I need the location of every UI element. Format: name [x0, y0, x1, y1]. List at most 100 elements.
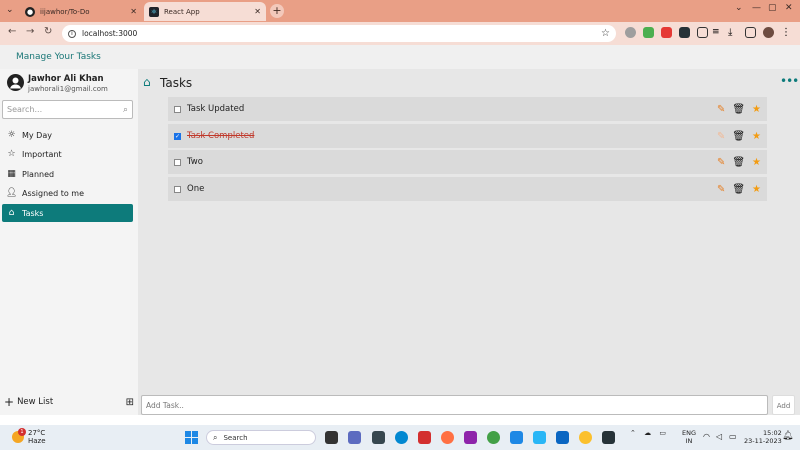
cloud-icon[interactable]: ☁: [644, 429, 651, 437]
close-tab-icon[interactable]: ✕: [130, 7, 137, 16]
app-icon[interactable]: [464, 431, 477, 444]
lang-top: ENG: [682, 429, 697, 437]
battery-icon[interactable]: ▭: [729, 432, 737, 441]
side-panel-icon[interactable]: [745, 27, 756, 38]
notification-bell-icon[interactable]: 🔔︎: [782, 431, 793, 441]
task-row[interactable]: One ✎ 🗑︎ ★: [168, 177, 767, 201]
more-options-icon[interactable]: •••: [780, 74, 799, 88]
new-tab-button[interactable]: +: [270, 4, 284, 18]
close-tab-icon[interactable]: ✕: [254, 7, 261, 16]
weather-condition: Haze: [28, 437, 46, 445]
react-icon: ⚛: [149, 6, 159, 17]
add-group-icon[interactable]: ⊞: [126, 397, 134, 408]
chevron-up-icon[interactable]: ⌃: [630, 429, 636, 437]
app-header: [0, 45, 800, 69]
task-row[interactable]: Two ✎ 🗑︎ ★: [168, 150, 767, 174]
store-icon[interactable]: [372, 431, 385, 444]
task-checkbox[interactable]: ✓: [174, 132, 181, 140]
edit-pencil-icon[interactable]: ✎: [717, 157, 725, 168]
maximize-button[interactable]: ▢: [768, 3, 777, 13]
clock-time: 15:02: [763, 429, 782, 437]
user-avatar-icon: [7, 74, 24, 91]
delete-trash-icon[interactable]: 🗑︎: [732, 104, 745, 115]
vscode-icon[interactable]: [510, 431, 523, 444]
close-window-button[interactable]: ✕: [785, 3, 793, 13]
sidebar-item-important[interactable]: ☆ Important: [2, 145, 133, 163]
sidebar-item-label: Tasks: [22, 208, 44, 218]
download-icon[interactable]: ⤓: [728, 27, 739, 38]
window-tab-list-icon[interactable]: ⌄: [735, 3, 743, 13]
forward-button[interactable]: →: [26, 26, 34, 37]
system-clock[interactable]: 15:02 23-11-2023: [744, 429, 782, 445]
task-text: Task Updated: [187, 104, 245, 114]
tab-title: React App: [164, 7, 200, 16]
chat-icon[interactable]: [348, 431, 361, 444]
add-task-input[interactable]: Add Task..: [141, 395, 768, 415]
edge-icon[interactable]: [395, 431, 408, 444]
firefox-icon[interactable]: [441, 431, 454, 444]
linkedin-icon[interactable]: [556, 431, 569, 444]
edit-pencil-icon[interactable]: ✎: [717, 184, 725, 195]
drive-icon[interactable]: ▭: [659, 429, 666, 437]
edit-pencil-icon[interactable]: ✎: [717, 104, 725, 115]
search-icon: ⌕: [213, 432, 218, 442]
add-task-button[interactable]: Add: [772, 395, 795, 415]
new-list-button[interactable]: + New List ⊞: [4, 395, 134, 409]
twitter-icon[interactable]: [533, 431, 546, 444]
delete-trash-icon[interactable]: 🗑︎: [732, 184, 745, 195]
sidebar: [0, 69, 138, 415]
task-checkbox[interactable]: [174, 105, 181, 113]
sidebar-item-assigned-to-me[interactable]: 👤︎ Assigned to me: [2, 184, 133, 202]
sidebar-item-tasks[interactable]: ⌂ Tasks: [2, 204, 133, 222]
chrome-icon[interactable]: [579, 431, 592, 444]
wifi-icon[interactable]: ◠: [703, 432, 710, 441]
task-checkbox[interactable]: [174, 158, 181, 166]
browser-tab-react-app[interactable]: ⚛ React App ✕: [144, 2, 266, 21]
volume-icon[interactable]: ◁: [716, 432, 722, 441]
back-button[interactable]: ←: [8, 26, 16, 37]
reload-button[interactable]: ↻: [44, 26, 52, 37]
important-star-icon[interactable]: ★: [752, 104, 761, 115]
system-tray[interactable]: ⌃ ☁ ▭: [630, 429, 666, 437]
taskbar-search[interactable]: ⌕ Search: [206, 430, 316, 445]
address-bar[interactable]: i localhost:3000 ☆: [62, 25, 616, 42]
task-row[interactable]: ✓ Task Completed ✎ 🗑︎ ★: [168, 124, 767, 148]
github-icon: ●: [25, 6, 35, 17]
bookmark-star-icon[interactable]: ☆: [601, 28, 610, 39]
mcafee-icon[interactable]: [418, 431, 431, 444]
edit-pencil-icon[interactable]: ✎: [717, 131, 725, 142]
search-icon[interactable]: ⌕: [123, 105, 128, 115]
media-controls-icon[interactable]: ≡: [712, 27, 723, 38]
important-star-icon[interactable]: ★: [752, 131, 761, 142]
sidebar-item-label: Assigned to me: [22, 188, 85, 198]
tab-title: iijawhor/To-Do: [40, 7, 90, 16]
profile-avatar[interactable]: [763, 27, 774, 38]
whatsapp-icon[interactable]: [487, 431, 500, 444]
minimize-button[interactable]: —: [752, 3, 761, 13]
search-input[interactable]: Search... ⌕: [2, 100, 133, 119]
language-indicator[interactable]: ENG IN: [682, 429, 696, 445]
extension-icon[interactable]: [643, 27, 654, 38]
extension-icon[interactable]: [679, 27, 690, 38]
task-checkbox[interactable]: [174, 185, 181, 193]
important-star-icon[interactable]: ★: [752, 157, 761, 168]
delete-trash-icon[interactable]: 🗑︎: [732, 131, 745, 142]
extension-icon[interactable]: [625, 27, 636, 38]
weather-widget[interactable]: 1 27°C Haze: [12, 428, 46, 445]
tab-search-chevron-icon[interactable]: ⌄: [6, 5, 14, 15]
extensions-puzzle-icon[interactable]: [697, 27, 708, 38]
sidebar-item-my-day[interactable]: ☼ My Day: [2, 126, 133, 144]
terminal-icon[interactable]: [602, 431, 615, 444]
task-row[interactable]: Task Updated ✎ 🗑︎ ★: [168, 97, 767, 121]
new-list-label: New List: [17, 397, 54, 407]
browser-menu-icon[interactable]: ⋮: [781, 27, 792, 38]
windows-start-icon[interactable]: [185, 431, 198, 444]
delete-trash-icon[interactable]: 🗑︎: [732, 157, 745, 168]
important-star-icon[interactable]: ★: [752, 184, 761, 195]
site-info-icon[interactable]: i: [68, 29, 76, 38]
browser-tab-github[interactable]: ● iijawhor/To-Do ✕: [20, 2, 142, 21]
extension-icon[interactable]: [661, 27, 672, 38]
task-view-icon[interactable]: [325, 431, 338, 444]
sidebar-item-label: Important: [22, 149, 62, 159]
sidebar-item-planned[interactable]: ▦ Planned: [2, 165, 133, 183]
